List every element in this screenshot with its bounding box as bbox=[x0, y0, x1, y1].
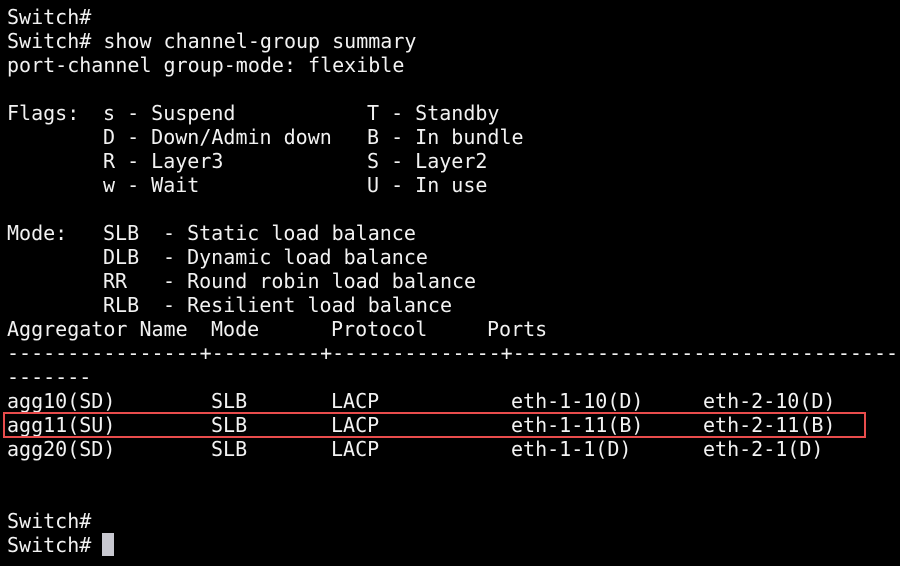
row-protocol: LACP bbox=[331, 437, 380, 461]
flags-row: Flags: s - Suspend T - Standby bbox=[7, 101, 499, 125]
mode-row: RR - Round robin load balance bbox=[7, 269, 476, 293]
header-name: Aggregator Name bbox=[7, 317, 188, 341]
row-mode: SLB bbox=[211, 437, 248, 461]
flags-row: D - Down/Admin down B - In bundle bbox=[7, 125, 524, 149]
header-ports: Ports bbox=[487, 317, 548, 341]
flag-item: R - Layer3 bbox=[103, 149, 224, 173]
mode-row: DLB - Dynamic load balance bbox=[7, 245, 428, 269]
command-line: Switch# show channel-group summary bbox=[7, 29, 417, 53]
mode-desc: - Round robin load balance bbox=[163, 269, 477, 293]
header-protocol: Protocol bbox=[331, 317, 428, 341]
flag-item: S - Layer2 bbox=[367, 149, 488, 173]
flag-item: U - In use bbox=[367, 173, 488, 197]
flag-item: s - Suspend bbox=[103, 101, 236, 125]
row-protocol: LACP bbox=[331, 389, 380, 413]
prompt-line: Switch# bbox=[7, 5, 92, 29]
cursor-icon[interactable] bbox=[102, 533, 114, 556]
flags-row: R - Layer3 S - Layer2 bbox=[7, 149, 487, 173]
flag-item: w - Wait bbox=[103, 173, 200, 197]
mode-desc: - Dynamic load balance bbox=[163, 245, 428, 269]
flags-label: Flags: bbox=[7, 101, 80, 125]
mode-row: Mode: SLB - Static load balance bbox=[7, 221, 416, 245]
table-row: agg10(SD) SLB LACP eth-1-10(D) eth-2-10(… bbox=[7, 389, 835, 413]
row-port-1: eth-1-10(D) bbox=[511, 389, 644, 413]
prompt-line: Switch# bbox=[7, 509, 92, 533]
group-mode-line: port-channel group-mode: flexible bbox=[7, 53, 405, 77]
mode-code: SLB bbox=[103, 221, 140, 245]
mode-row: RLB - Resilient load balance bbox=[7, 293, 452, 317]
mode-code: RLB bbox=[103, 293, 140, 317]
prompt-line: Switch# bbox=[7, 533, 92, 557]
row-port-2: eth-2-10(D) bbox=[703, 389, 836, 413]
flag-item: D - Down/Admin down bbox=[103, 125, 332, 149]
mode-desc: - Resilient load balance bbox=[163, 293, 452, 317]
table-row: agg20(SD) SLB LACP eth-1-1(D) eth-2-1(D) bbox=[7, 437, 823, 461]
header-mode: Mode bbox=[211, 317, 260, 341]
mode-label: Mode: bbox=[7, 221, 68, 245]
flag-item: T - Standby bbox=[367, 101, 500, 125]
table-separator: ----------------+---------+-------------… bbox=[7, 341, 900, 365]
row-name: agg10(SD) bbox=[7, 389, 116, 413]
row-port-1: eth-1-1(D) bbox=[511, 437, 632, 461]
flag-item: B - In bundle bbox=[367, 125, 524, 149]
row-port-2: eth-2-1(D) bbox=[703, 437, 824, 461]
mode-code: RR bbox=[103, 269, 128, 293]
flags-row: w - Wait U - In use bbox=[7, 173, 487, 197]
row-name: agg20(SD) bbox=[7, 437, 116, 461]
mode-code: DLB bbox=[103, 245, 140, 269]
table-header: Aggregator Name Mode Protocol Ports bbox=[7, 317, 547, 341]
row-mode: SLB bbox=[211, 389, 248, 413]
table-separator: ------- bbox=[7, 365, 92, 389]
terminal-window[interactable]: Switch# Switch# show channel-group summa… bbox=[0, 0, 900, 566]
highlight-box bbox=[3, 412, 866, 438]
mode-desc: - Static load balance bbox=[163, 221, 416, 245]
